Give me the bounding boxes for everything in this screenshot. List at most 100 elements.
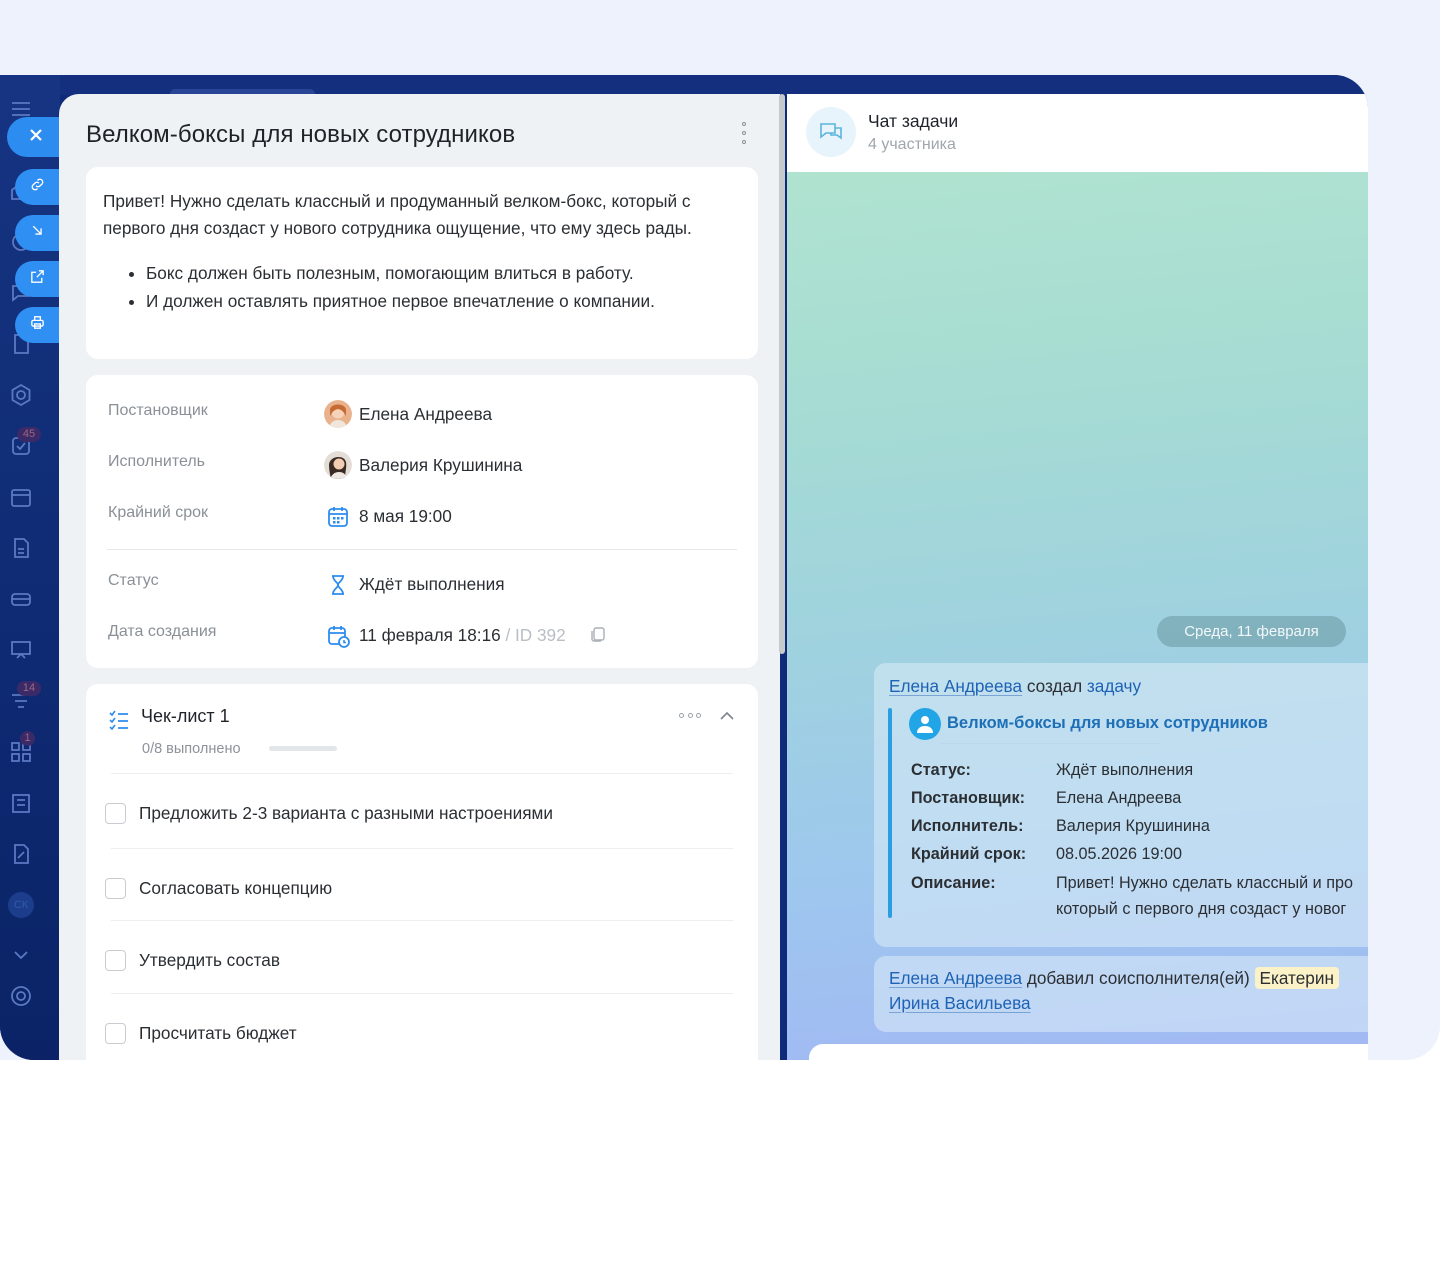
building-icon[interactable] [9,791,33,815]
quote-bar [888,708,892,918]
print-button[interactable] [15,307,60,343]
link-icon [29,176,46,198]
created-value: 11 февраля 18:16 / ID 392 [359,625,566,646]
item-checkbox[interactable] [105,950,126,971]
prop-created: Дата создания 11 февраля 18:16 / ID 392 [108,622,738,650]
download-button[interactable] [15,215,60,251]
checklist-item: Просчитать бюджет [86,993,758,1060]
prop-assignee: Исполнитель Валерия Крушинина [108,451,738,479]
row-key: Исполнитель: [911,817,1024,835]
item-divider [111,993,733,994]
item-label[interactable]: Предложить 2-3 варианта с разными настро… [139,803,553,824]
item-label[interactable]: Просчитать бюджет [139,1023,297,1044]
created-date: 11 февраля 18:16 [359,625,501,645]
task-id: ID 392 [515,625,566,645]
chat-title[interactable]: Чат задачи [868,111,958,132]
edit-doc-icon[interactable] [9,842,33,866]
checklist-more-icon[interactable] [679,713,701,721]
copy-icon[interactable] [589,625,607,643]
chevron-up-icon[interactable] [719,709,735,721]
row-value: Валерия Крушинина [1056,817,1210,835]
description-bullet: Бокс должен быть полезным, помогающим вл… [146,259,741,287]
task-link[interactable]: задачу [1087,676,1141,696]
card-row-creator: Постановщик: Елена Андреева [911,789,1181,808]
checklist-icon [108,708,130,731]
row-key: Крайний срок: [911,845,1027,863]
row-value: Елена Андреева [1056,789,1182,807]
item-checkbox[interactable] [105,878,126,899]
system-message: Елена Андреева добавил соисполнителя(ей)… [874,956,1368,1032]
task-card-title[interactable]: Велком-боксы для новых сотрудников [947,714,1268,733]
description-list: Бокс должен быть полезным, помогающим вл… [146,259,741,315]
checklist-item: Утвердить состав [86,920,758,992]
task-description: Привет! Нужно сделать классный и продума… [86,167,758,359]
open-new-window-button[interactable] [15,261,60,297]
external-link-icon [29,268,46,290]
message-line: Ирина Васильева [889,993,1031,1014]
message-header: Елена Андреева создал задачу [889,676,1141,697]
copy-link-button[interactable] [15,169,60,205]
calendar-icon[interactable] [9,485,33,509]
creator-avatar[interactable] [324,400,352,428]
more-menu-icon[interactable] [740,122,748,144]
checklist-progress-text: 0/8 выполнено [142,741,241,757]
quote-divider [941,743,1161,744]
author-link[interactable]: Елена Андреева [889,968,1022,988]
description-bullet: И должен оставлять приятное первое впеча… [146,287,741,315]
chevron-down-icon[interactable] [9,943,33,967]
assignee-avatar[interactable] [324,451,352,479]
close-button[interactable] [7,117,65,157]
hourglass-icon [324,571,352,599]
item-divider [111,920,733,921]
item-label[interactable]: Утвердить состав [139,950,280,971]
prop-label: Дата создания [108,623,217,640]
card-row-description: Описание: Привет! Нужно сделать классный … [911,870,1353,922]
task-title: Велком-боксы для новых сотрудников [86,121,516,148]
settings-hex-icon[interactable] [9,383,33,407]
status-value: Ждёт выполнения [359,574,505,594]
checklist-progress-bar [269,746,337,751]
message-verb: создал [1026,676,1083,696]
task-avatar [909,708,941,740]
creator-name[interactable]: Елена Андреева [359,404,492,425]
checklist-item: Предложить 2-3 варианта с разными настро… [86,773,758,845]
description-line: который с первого дня создаст у новог [1056,900,1347,918]
checklist-title[interactable]: Чек-лист 1 [141,706,230,727]
filter-badge: 14 [17,681,41,696]
card-row-assignee: Исполнитель: Валерия Крушинина [911,817,1210,836]
app-topbar [0,75,1368,99]
task-panel: Велком-боксы для новых сотрудников Приве… [59,94,780,1060]
calendar-icon [324,503,352,531]
task-chat: Чат задачи 4 участника Среда, 11 февраля… [787,94,1368,1060]
chat-avatar[interactable] [806,107,856,157]
message-composer[interactable] [809,1044,1368,1060]
system-message: Елена Андреева создал задачу Велком-бокс… [874,663,1368,947]
task-scrollbar[interactable] [779,94,785,654]
row-key: Описание: [911,874,996,892]
author-link[interactable]: Елена Андреева [889,676,1022,696]
gear-icon[interactable] [9,984,33,1008]
close-icon [28,127,44,148]
row-value: Привет! Нужно сделать классный и про кото… [1056,870,1353,922]
row-value: 08.05.2026 19:00 [1056,845,1183,863]
prop-label: Статус [108,572,159,589]
assignee-name[interactable]: Валерия Крушинина [359,455,522,476]
calendar-clock-icon [324,622,352,650]
presentation-icon[interactable] [9,638,33,662]
user-avatar[interactable]: СК [8,892,34,918]
card-row-status: Статус: Ждёт выполнения [911,761,1193,780]
user-mention[interactable]: Екатерин [1254,967,1339,989]
item-label[interactable]: Согласовать концепцию [139,878,332,899]
id-separator: / [505,625,511,645]
deadline-value[interactable]: 8 мая 19:00 [359,506,452,527]
date-divider: Среда, 11 февраля [1157,616,1346,647]
item-checkbox[interactable] [105,803,126,824]
chat-participants[interactable]: 4 участника [868,136,956,154]
print-icon [29,314,46,336]
app-window: 45 14 1 СК Велком-боксы для новых сотруд… [0,75,1368,1060]
user-link[interactable]: Ирина Васильева [889,993,1031,1013]
crm-icon[interactable] [9,587,33,611]
page-icon[interactable] [9,536,33,560]
item-checkbox[interactable] [105,1023,126,1044]
message-header: Елена Андреева добавил соисполнителя(ей)… [889,967,1339,989]
